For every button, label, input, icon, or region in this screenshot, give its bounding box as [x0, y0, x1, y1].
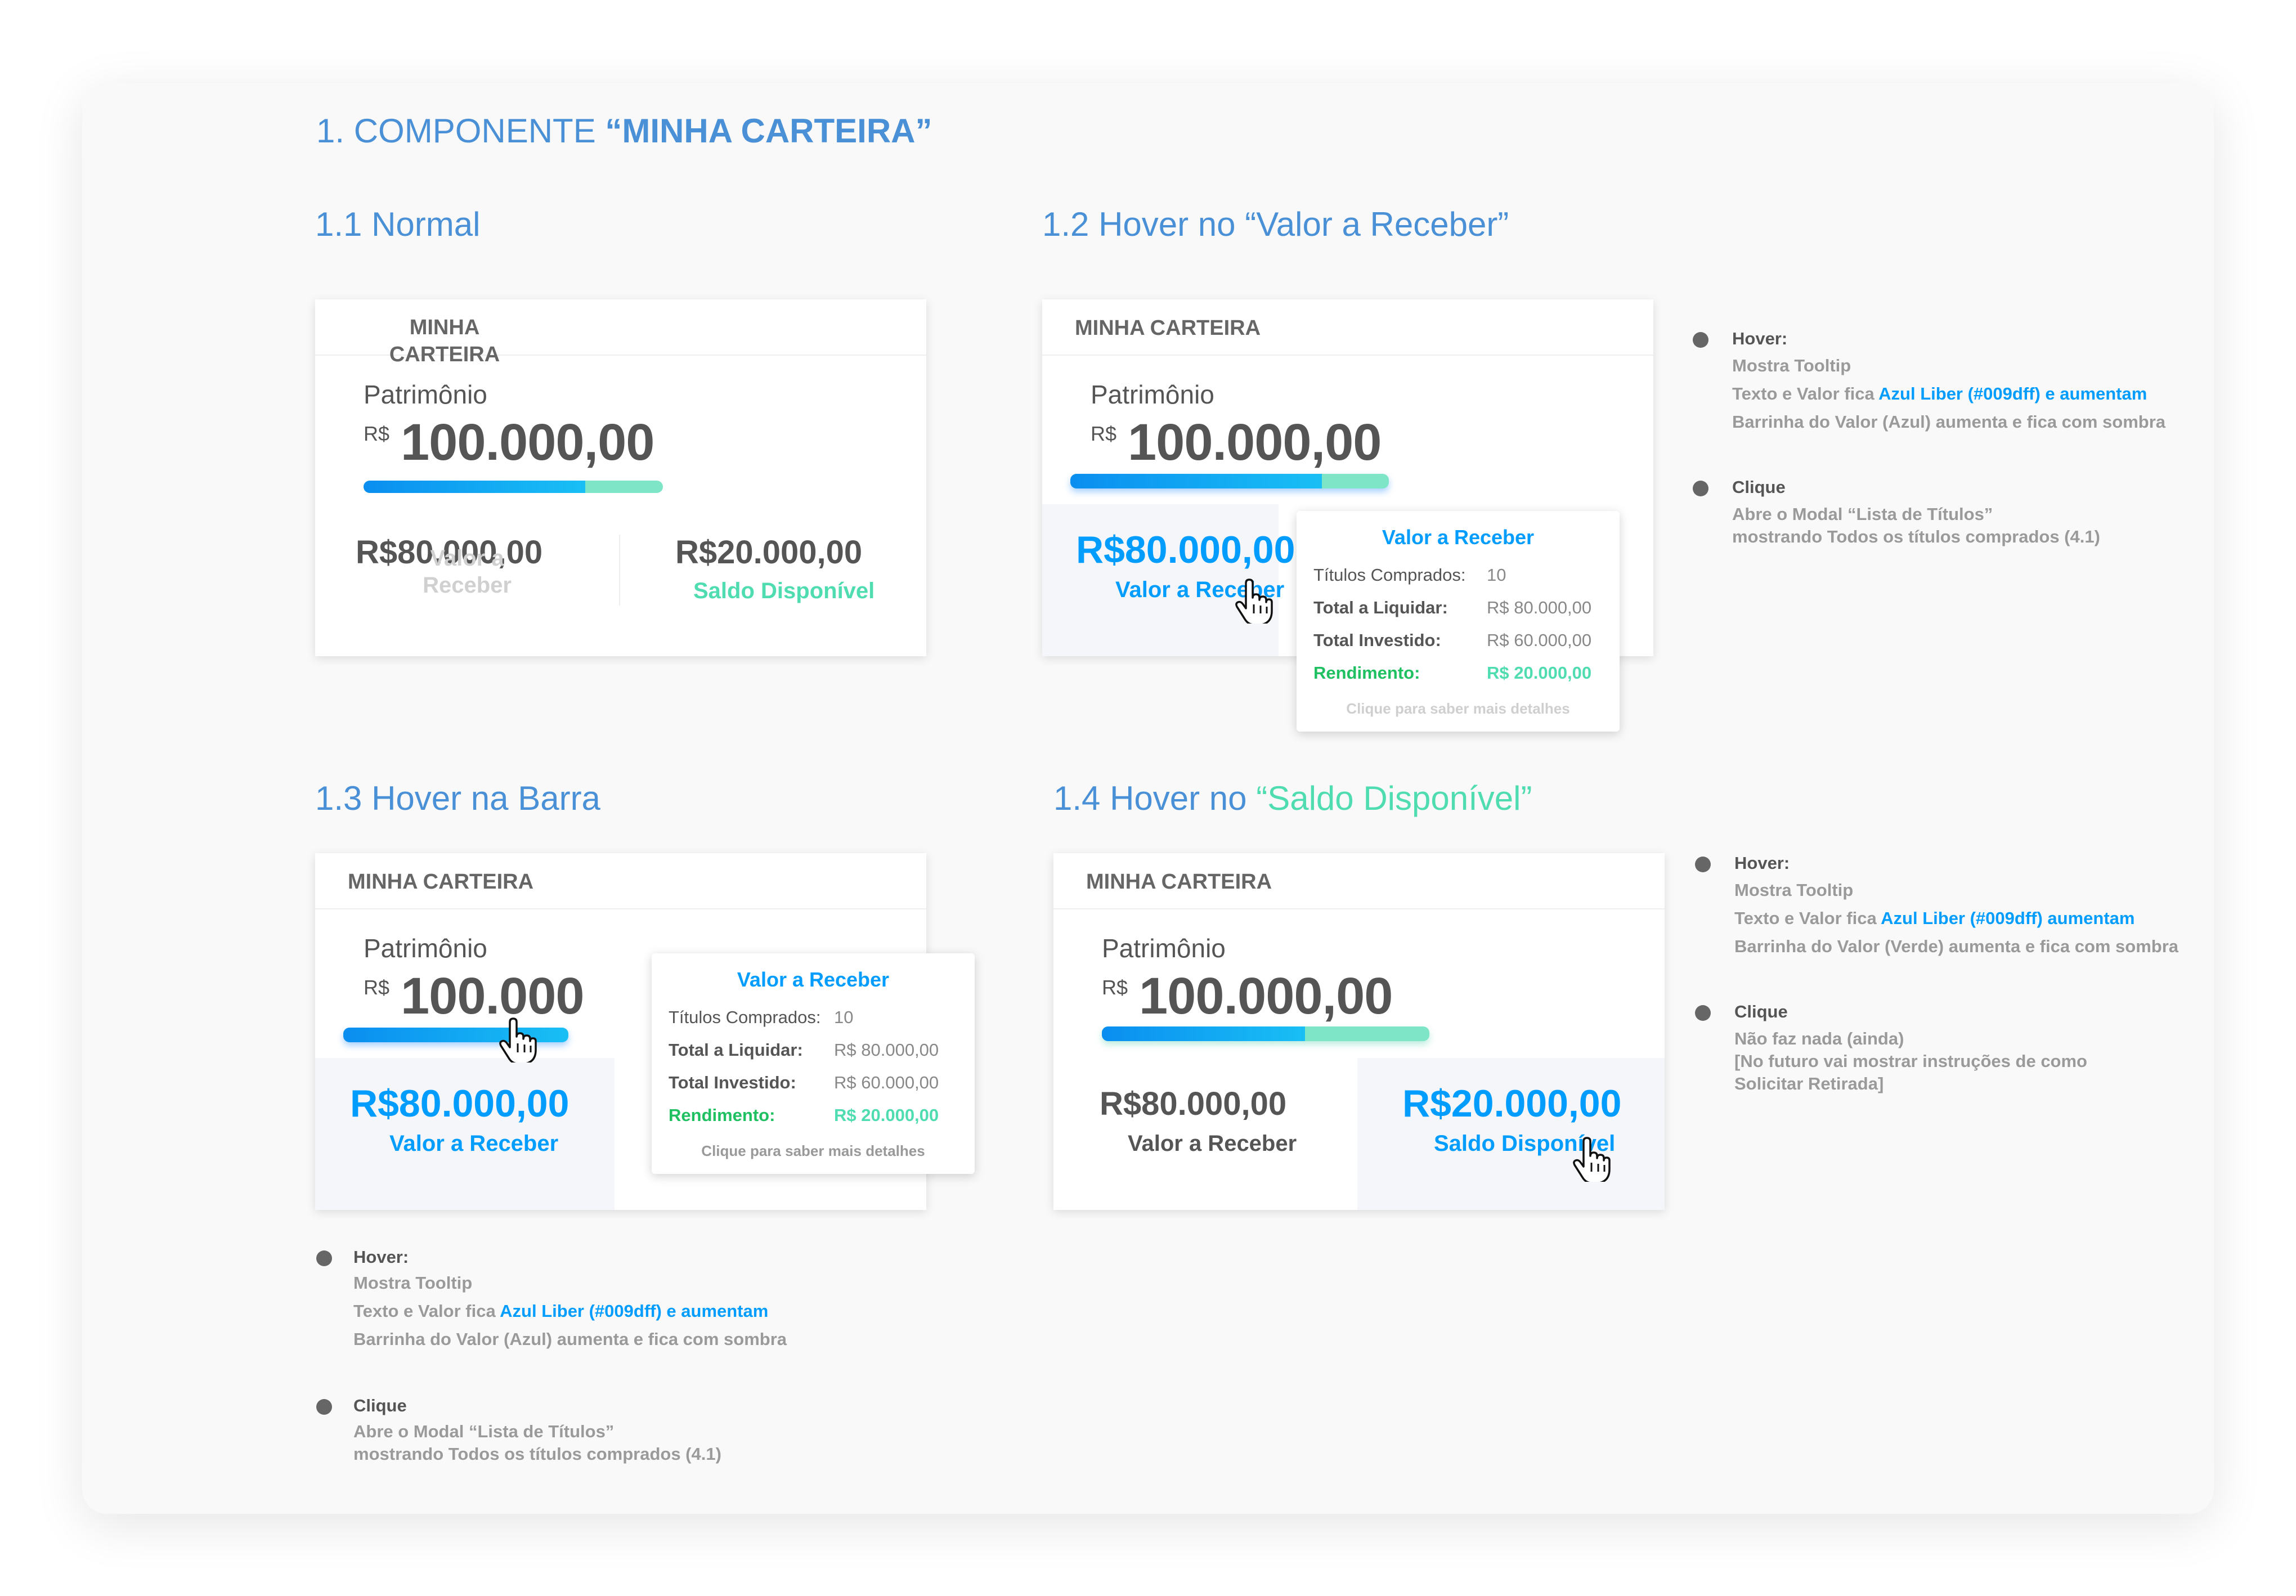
patrimonio-value: 100.000,00	[1139, 967, 1393, 1025]
tooltip-footer-link[interactable]: Clique para saber mais detalhes	[652, 1142, 975, 1160]
patrimonio-bar[interactable]	[1102, 1026, 1429, 1041]
receber-value[interactable]: R$80.000,00	[1076, 528, 1295, 572]
bullet-icon	[316, 1399, 332, 1415]
card-title: MINHA CARTEIRA	[348, 870, 534, 894]
note-line: Texto e Valor fica Azul Liber (#009dff) …	[1732, 384, 2147, 404]
bullet-icon	[1695, 1005, 1711, 1021]
tooltip-footer-link[interactable]: Clique para saber mais detalhes	[1297, 700, 1620, 718]
tooltip-row-label: Total Investido:	[669, 1073, 796, 1092]
saldo-value: R$20.000,00	[675, 534, 863, 571]
note-head: Hover:	[1734, 853, 1790, 873]
note-head: Hover:	[353, 1247, 409, 1267]
tooltip-title: Valor a Receber	[1382, 526, 1535, 549]
tooltip-row-value: R$ 60.000,00	[1487, 630, 1592, 650]
tooltip-row-value: 10	[1487, 565, 1506, 585]
spec-sheet: 1. COMPONENTE “MINHA CARTEIRA” 1.1 Norma…	[82, 83, 2214, 1514]
tooltip-row-label: Total a Liquidar:	[1313, 598, 1448, 617]
note-line: Solicitar Retirada]	[1734, 1074, 1884, 1093]
note-line: Texto e Valor fica Azul Liber (#009dff) …	[1734, 908, 2135, 928]
patrimonio-value: 100.000,00	[401, 414, 654, 471]
note-line: mostrando Todos os títulos comprados (4.…	[353, 1444, 721, 1464]
bullet-icon	[1693, 481, 1708, 496]
tooltip-row-label: Total Investido:	[1313, 630, 1441, 650]
tooltip-row-label: Títulos Comprados:	[669, 1007, 821, 1027]
patrimonio-label: Patrimônio	[364, 380, 487, 409]
note-line: Barrinha do Valor (Verde) aumenta e fica…	[1734, 936, 2179, 956]
note-line: Barrinha do Valor (Azul) aumenta e fica …	[353, 1329, 787, 1349]
patrimonio-bar[interactable]	[364, 481, 663, 493]
note-head: Hover:	[1732, 329, 1788, 348]
tooltip-row-value: R$ 20.000,00	[834, 1105, 939, 1125]
hand-pointer-icon	[499, 1017, 537, 1062]
tooltip-row-label: Rendimento:	[1313, 663, 1420, 683]
tooltip-valor-a-receber[interactable]: Valor a Receber Títulos Comprados: 10 To…	[1297, 511, 1620, 732]
currency-label: R$	[364, 976, 390, 999]
bullet-icon	[1693, 332, 1708, 348]
note-line: mostrando Todos os títulos comprados (4.…	[1732, 527, 2100, 546]
note-line: Abre o Modal “Lista de Títulos”	[1732, 504, 1993, 524]
note-line: Mostra Tooltip	[1734, 880, 1854, 900]
note-line: Barrinha do Valor (Azul) aumenta e fica …	[1732, 412, 2166, 432]
section-title-hover-barra: 1.3 Hover na Barra	[315, 779, 600, 817]
section-title-hover-saldo: 1.4 Hover no “Saldo Disponível”	[1053, 779, 1532, 817]
page-title: 1. COMPONENTE “MINHA CARTEIRA”	[316, 112, 932, 150]
tooltip-row-value: R$ 80.000,00	[1487, 598, 1592, 617]
tooltip-row-label: Rendimento:	[669, 1105, 775, 1125]
note-head: Clique	[353, 1396, 407, 1415]
tooltip-title: Valor a Receber	[737, 968, 890, 991]
hand-pointer-icon	[1235, 579, 1273, 624]
tooltip-row-value: R$ 80.000,00	[834, 1040, 939, 1060]
note-line: Mostra Tooltip	[353, 1273, 473, 1293]
currency-label: R$	[1091, 422, 1117, 445]
saldo-value[interactable]: R$20.000,00	[1402, 1082, 1621, 1126]
note-head: Clique	[1734, 1002, 1788, 1021]
note-head: Clique	[1732, 477, 1786, 497]
bullet-icon	[316, 1250, 332, 1266]
patrimonio-label: Patrimônio	[1102, 934, 1226, 963]
receber-label[interactable]: Valor a Receber	[411, 545, 523, 599]
value-divider	[619, 535, 620, 606]
currency-label: R$	[364, 422, 390, 445]
note-line: Abre o Modal “Lista de Títulos”	[353, 1422, 615, 1441]
bar-segment-receber[interactable]	[1102, 1026, 1305, 1041]
bar-segment-receber[interactable]	[1070, 474, 1322, 488]
tooltip-row-value: R$ 20.000,00	[1487, 663, 1592, 683]
card-title: MINHA CARTEIRA	[1075, 316, 1261, 340]
note-line: [No futuro vai mostrar instruções de com…	[1734, 1051, 2087, 1071]
bullet-icon	[1695, 857, 1711, 872]
tooltip-row-value: R$ 60.000,00	[834, 1073, 939, 1092]
tooltip-valor-a-receber[interactable]: Valor a Receber Títulos Comprados: 10 To…	[652, 953, 975, 1174]
patrimonio-value: 100.000	[401, 967, 585, 1025]
tooltip-row-label: Títulos Comprados:	[1313, 565, 1466, 585]
section-title-normal: 1.1 Normal	[315, 205, 481, 243]
section-title-hover-valor: 1.2 Hover no “Valor a Receber”	[1042, 205, 1509, 243]
card-title: MINHA CARTEIRA	[1086, 870, 1272, 894]
patrimonio-bar[interactable]	[1070, 474, 1389, 488]
card-title: MINHA CARTEIRA	[389, 316, 500, 366]
bar-segment-receber[interactable]	[364, 481, 585, 493]
note-line: Não faz nada (ainda)	[1734, 1029, 1904, 1048]
receber-label[interactable]: Valor a Receber	[389, 1131, 558, 1156]
hand-pointer-icon	[1573, 1137, 1611, 1182]
saldo-label[interactable]: Saldo Disponível	[693, 579, 875, 604]
tooltip-row-label: Total a Liquidar:	[669, 1040, 803, 1060]
receber-value[interactable]: R$80.000,00	[350, 1082, 569, 1126]
receber-label[interactable]: Valor a Receber	[1128, 1131, 1297, 1156]
note-line: Mostra Tooltip	[1732, 356, 1851, 375]
receber-value: R$80.000,00	[1100, 1086, 1287, 1122]
currency-label: R$	[1102, 976, 1128, 999]
wallet-card-normal: MINHA CARTEIRA Patrimônio R$ 100.000,00 …	[315, 299, 926, 656]
patrimonio-label: Patrimônio	[1091, 380, 1214, 409]
note-line: Texto e Valor fica Azul Liber (#009dff) …	[353, 1301, 769, 1321]
patrimonio-value: 100.000,00	[1128, 414, 1382, 471]
patrimonio-label: Patrimônio	[364, 934, 487, 963]
tooltip-row-value: 10	[834, 1007, 854, 1027]
